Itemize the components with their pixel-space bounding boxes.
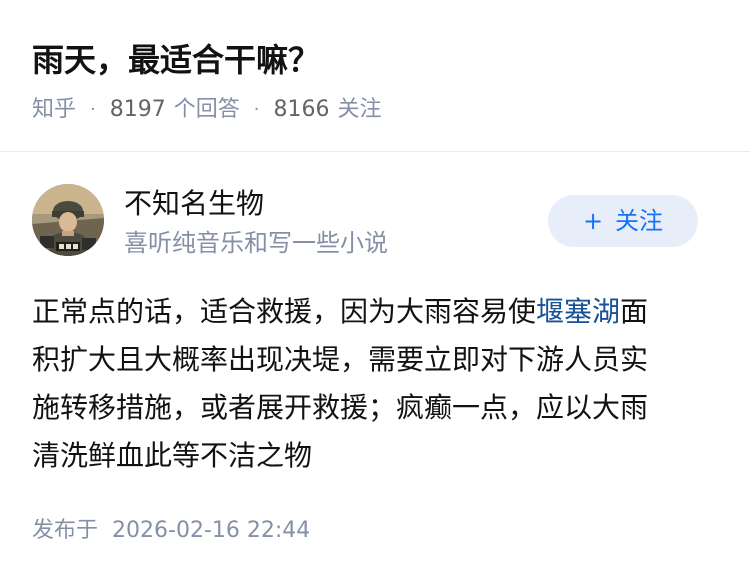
- keyword-link[interactable]: 堰塞湖: [536, 295, 620, 328]
- section-divider: [0, 151, 750, 152]
- answer-line: 积扩大且大概率出现决堤，需要立即对下游人员实: [32, 343, 649, 376]
- answer-text: 面: [620, 295, 649, 328]
- question-title[interactable]: 雨天，最适合干嘛？: [32, 36, 320, 84]
- answer-count-label: 个回答: [173, 97, 240, 122]
- publish-label: 发布于: [32, 518, 99, 543]
- avatar[interactable]: [32, 184, 104, 256]
- follower-count-label: 关注: [337, 97, 382, 122]
- answer-content: 正常点的话，适合救援，因为大雨容易使堰塞湖面 积扩大且大概率出现决堤，需要立即对…: [32, 288, 718, 480]
- plus-icon: +: [582, 207, 604, 235]
- author-name[interactable]: 不知名生物: [124, 184, 264, 224]
- publish-datetime: 2026-02-16 22:44: [112, 518, 311, 543]
- author-bio: 喜听纯音乐和写一些小说: [124, 229, 388, 257]
- meta-separator: ·: [253, 99, 260, 120]
- meta-separator: ·: [90, 99, 96, 120]
- source-label[interactable]: 知乎: [32, 94, 76, 126]
- follow-button[interactable]: + 关注: [548, 195, 698, 247]
- answer-line: 清洗鲜血此等不洁之物: [32, 439, 313, 472]
- follow-button-label: 关注: [615, 207, 664, 235]
- answer-text: 正常点的话，适合救援，因为大雨容易使: [32, 295, 537, 328]
- question-meta: 知乎 · 8197 个回答 · 8166 关注: [32, 94, 382, 126]
- answer-line: 正常点的话，适合救援，因为大雨容易使堰塞湖面: [32, 288, 718, 336]
- answer-count: 8197: [109, 97, 166, 122]
- follower-count: 8166: [273, 97, 330, 122]
- answer-line: 施转移措施，或者展开救援；疯癫一点，应以大雨: [32, 391, 649, 424]
- soldier-portrait-icon: [32, 184, 104, 256]
- publish-info: 发布于 2026-02-16 22:44: [32, 514, 310, 548]
